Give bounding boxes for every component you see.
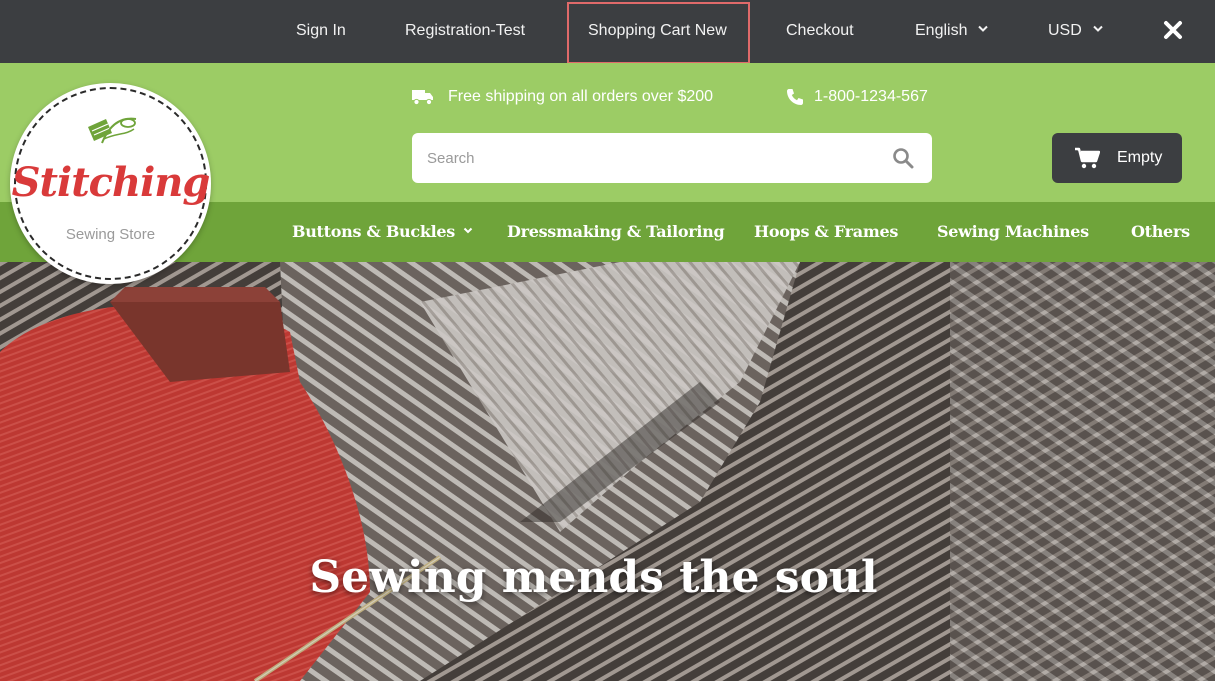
store-logo[interactable]: Stitching Sewing Store (10, 83, 211, 284)
nav-item-label: Dressmaking & Tailoring (507, 222, 725, 241)
checkout-link[interactable]: Checkout (786, 0, 854, 63)
phone-icon (787, 89, 803, 105)
nav-item-sewing-machines[interactable]: Sewing Machines (937, 202, 1089, 262)
search-box (412, 133, 932, 183)
cart-button[interactable]: Empty (1052, 133, 1182, 183)
nav-item-label: Sewing Machines (937, 222, 1089, 241)
language-label: English (915, 22, 968, 39)
truck-icon (412, 90, 433, 106)
nav-item-label: Buttons & Buckles (292, 222, 455, 241)
chevron-down-icon (1093, 25, 1103, 32)
needle-thread-icon (88, 117, 137, 144)
currency-label: USD (1048, 22, 1082, 39)
shipping-text: Free shipping on all orders over $200 (448, 88, 714, 105)
cart-label: Empty (1117, 149, 1163, 166)
top-bar: Sign In Registration-Test Shopping Cart … (0, 0, 1215, 64)
nav-item-hoops-frames[interactable]: Hoops & Frames (754, 202, 898, 262)
hero-tagline: Sewing mends the soul (0, 552, 1215, 603)
language-selector[interactable]: English (915, 0, 989, 63)
sign-in-link[interactable]: Sign In (296, 0, 346, 63)
phone-number: 1-800-1234-567 (814, 88, 928, 105)
nav-item-label: Others (1131, 222, 1190, 241)
search-icon[interactable] (892, 147, 914, 169)
phone-info: 1-800-1234-567 (786, 85, 928, 109)
currency-selector[interactable]: USD (1048, 0, 1104, 63)
nav-item-label: Hoops & Frames (754, 222, 899, 241)
shopping-cart-link[interactable]: Shopping Cart New (588, 0, 727, 63)
logo-name: Stitching (11, 159, 211, 206)
nav-item-buttons-buckles[interactable]: Buttons & Buckles (292, 202, 473, 262)
logo-subtitle: Sewing Store (65, 226, 156, 243)
cart-icon (1075, 147, 1100, 169)
registration-link[interactable]: Registration-Test (405, 0, 525, 63)
close-icon[interactable] (1163, 20, 1183, 40)
nav-item-dressmaking-tailoring[interactable]: Dressmaking & Tailoring (507, 202, 725, 262)
hero-tagline-text: Sewing mends the soul (309, 552, 878, 603)
hero-banner: Sewing mends the soul (0, 262, 1215, 681)
hero-image (0, 262, 1215, 681)
nav-item-others[interactable]: Others (1131, 202, 1190, 262)
search-input[interactable] (412, 133, 872, 183)
shipping-info: Free shipping on all orders over $200 (412, 85, 713, 109)
chevron-down-icon (978, 25, 989, 32)
chevron-down-icon (463, 227, 473, 234)
